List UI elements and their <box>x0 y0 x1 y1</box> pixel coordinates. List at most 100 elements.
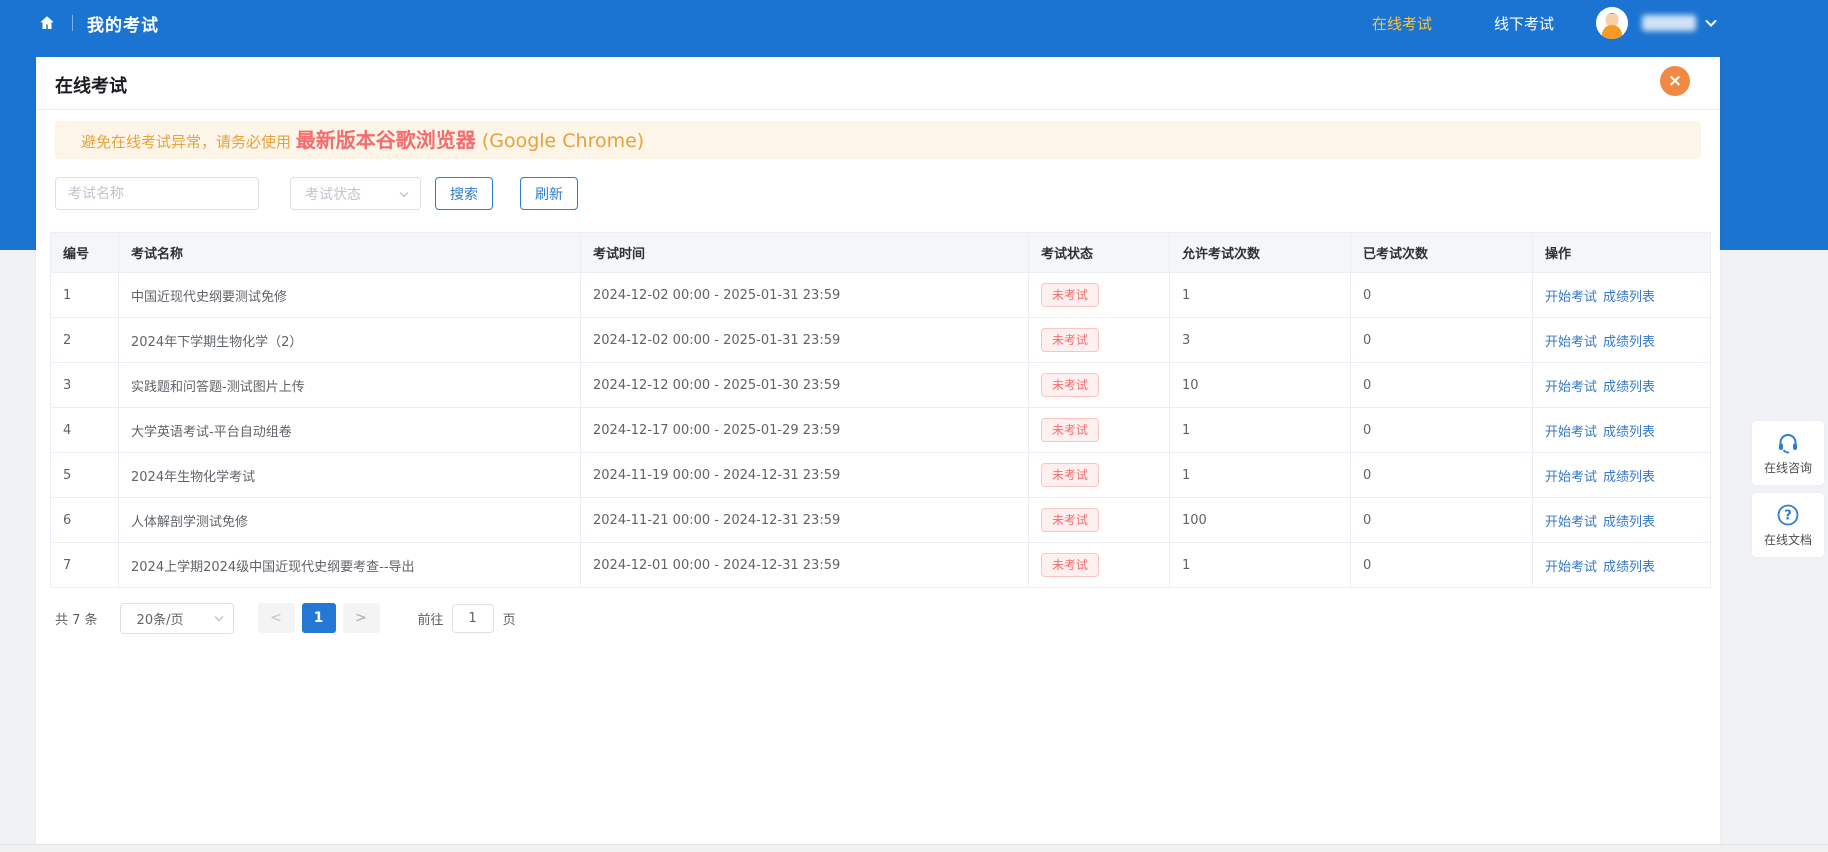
page-size-value: 20条/页 <box>136 612 184 628</box>
exam-time: 2024-12-17 00:00 - 2025-01-29 23:59 <box>580 407 1029 453</box>
status-badge: 未考试 <box>1041 552 1100 578</box>
nav-tab-offline-exam[interactable]: 线下考试 <box>1494 13 1554 34</box>
next-page-button[interactable]: > <box>342 603 380 633</box>
exam-name: 中国近现代史纲要测试免修 <box>118 272 581 318</box>
status-badge: 未考试 <box>1041 372 1100 398</box>
start-exam-link[interactable]: 开始考试 <box>1545 380 1597 395</box>
exam-table: 编号 考试名称 考试时间 考试状态 允许考试次数 已考试次数 操作 1 中国近现… <box>50 232 1711 588</box>
search-button[interactable]: 搜索 <box>435 177 493 210</box>
online-docs-button[interactable]: ? 在线文档 <box>1752 493 1824 557</box>
score-list-link[interactable]: 成绩列表 <box>1603 515 1655 530</box>
status-badge: 未考试 <box>1041 507 1100 533</box>
prev-page-button[interactable]: < <box>257 603 295 633</box>
goto-page-input[interactable] <box>451 603 494 633</box>
nav-divider <box>72 15 73 31</box>
browser-warning-banner: 避免在线考试异常，请务必使用 最新版本谷歌浏览器 (Google Chrome) <box>55 121 1701 159</box>
navbar-right: 在线考试 线下考试 <box>1372 0 1718 46</box>
allowed-count: 1 <box>1169 407 1351 453</box>
panel-header: 在线考试 × <box>36 57 1720 110</box>
chevron-down-icon <box>213 612 225 624</box>
page: 我的考试 在线考试 线下考试 在线考试 × 避免在线考试异常，请务必使用 最新版… <box>0 0 1828 852</box>
online-consult-button[interactable]: 在线咨询 <box>1752 421 1824 485</box>
score-list-link[interactable]: 成绩列表 <box>1603 425 1655 440</box>
score-list-link[interactable]: 成绩列表 <box>1603 290 1655 305</box>
exam-name: 2024年下学期生物化学（2） <box>118 317 581 363</box>
table-row: 1 中国近现代史纲要测试免修 2024-12-02 00:00 - 2025-0… <box>50 272 1711 318</box>
exam-time: 2024-12-12 00:00 - 2025-01-30 23:59 <box>580 362 1029 408</box>
refresh-button[interactable]: 刷新 <box>520 177 578 210</box>
exam-status-placeholder: 考试状态 <box>305 186 361 203</box>
start-exam-link[interactable]: 开始考试 <box>1545 560 1597 575</box>
start-exam-link[interactable]: 开始考试 <box>1545 290 1597 305</box>
taken-count: 0 <box>1350 362 1533 408</box>
allowed-count: 100 <box>1169 497 1351 543</box>
table-row: 2 2024年下学期生物化学（2） 2024-12-02 00:00 - 202… <box>50 317 1711 363</box>
exam-name: 人体解剖学测试免修 <box>118 497 581 543</box>
table-row: 5 2024年生物化学考试 2024-11-19 00:00 - 2024-12… <box>50 452 1711 498</box>
table-row: 6 人体解剖学测试免修 2024-11-21 00:00 - 2024-12-3… <box>50 497 1711 543</box>
chevron-down-icon[interactable] <box>1704 16 1718 30</box>
status-badge: 未考试 <box>1041 462 1100 488</box>
consult-label: 在线咨询 <box>1763 460 1812 475</box>
exam-time: 2024-11-19 00:00 - 2024-12-31 23:59 <box>580 452 1029 498</box>
docs-label: 在线文档 <box>1763 532 1812 547</box>
exam-name: 大学英语考试-平台自动组卷 <box>118 407 581 453</box>
avatar[interactable] <box>1596 7 1628 39</box>
warning-text: 避免在线考试异常，请务必使用 <box>81 133 296 151</box>
start-exam-link[interactable]: 开始考试 <box>1545 425 1597 440</box>
col-header-status: 考试状态 <box>1028 232 1170 273</box>
allowed-count: 1 <box>1169 272 1351 318</box>
close-button[interactable]: × <box>1660 66 1690 96</box>
filter-bar: 考试状态 搜索 刷新 <box>36 177 1720 211</box>
goto-label: 前往 <box>417 612 444 628</box>
exam-time: 2024-12-02 00:00 - 2025-01-31 23:59 <box>580 317 1029 363</box>
nav-tab-online-exam[interactable]: 在线考试 <box>1372 13 1432 34</box>
exam-number: 3 <box>50 362 119 408</box>
taken-count: 0 <box>1350 497 1533 543</box>
allowed-count: 10 <box>1169 362 1351 408</box>
total-count: 共 7 条 <box>55 612 98 628</box>
taken-count: 0 <box>1350 542 1533 588</box>
question-icon: ? <box>1776 503 1800 527</box>
start-exam-link[interactable]: 开始考试 <box>1545 470 1597 485</box>
score-list-link[interactable]: 成绩列表 <box>1603 380 1655 395</box>
exam-number: 1 <box>50 272 119 318</box>
home-icon[interactable] <box>38 14 56 32</box>
close-icon: × <box>1667 71 1683 91</box>
exam-number: 5 <box>50 452 119 498</box>
allowed-count: 3 <box>1169 317 1351 363</box>
exam-number: 7 <box>50 542 119 588</box>
exam-status-select[interactable]: 考试状态 <box>290 177 421 210</box>
col-header-number: 编号 <box>50 232 119 273</box>
exam-number: 2 <box>50 317 119 363</box>
page-1-button[interactable]: 1 <box>301 603 336 633</box>
warning-suffix: (Google Chrome) <box>475 130 645 152</box>
panel-title: 在线考试 <box>55 76 127 97</box>
exam-number: 6 <box>50 497 119 543</box>
taken-count: 0 <box>1350 407 1533 453</box>
page-size-select[interactable]: 20条/页 <box>119 602 234 634</box>
navbar-left: 我的考试 <box>38 0 159 46</box>
col-header-allowed: 允许考试次数 <box>1169 232 1351 273</box>
taken-count: 0 <box>1350 317 1533 363</box>
status-badge: 未考试 <box>1041 327 1100 353</box>
svg-text:?: ? <box>1784 508 1792 523</box>
status-badge: 未考试 <box>1041 282 1100 308</box>
page-title: 我的考试 <box>87 15 159 36</box>
start-exam-link[interactable]: 开始考试 <box>1545 515 1597 530</box>
score-list-link[interactable]: 成绩列表 <box>1603 560 1655 575</box>
exam-name-input[interactable] <box>55 177 259 210</box>
floating-sidebar: 在线咨询 ? 在线文档 <box>1752 421 1824 557</box>
score-list-link[interactable]: 成绩列表 <box>1603 470 1655 485</box>
table-row: 7 2024上学期2024级中国近现代史纲要考查--导出 2024-12-01 … <box>50 542 1711 588</box>
exam-name: 2024上学期2024级中国近现代史纲要考查--导出 <box>118 542 581 588</box>
taken-count: 0 <box>1350 272 1533 318</box>
headset-icon <box>1776 431 1800 455</box>
start-exam-link[interactable]: 开始考试 <box>1545 335 1597 350</box>
table-row: 4 大学英语考试-平台自动组卷 2024-12-17 00:00 - 2025-… <box>50 407 1711 453</box>
pagination-bar: 共 7 条 20条/页 < 1 > 前往 页 <box>55 602 516 634</box>
taken-count: 0 <box>1350 452 1533 498</box>
horizontal-scrollbar[interactable] <box>0 844 1828 852</box>
status-badge: 未考试 <box>1041 417 1100 443</box>
score-list-link[interactable]: 成绩列表 <box>1603 335 1655 350</box>
